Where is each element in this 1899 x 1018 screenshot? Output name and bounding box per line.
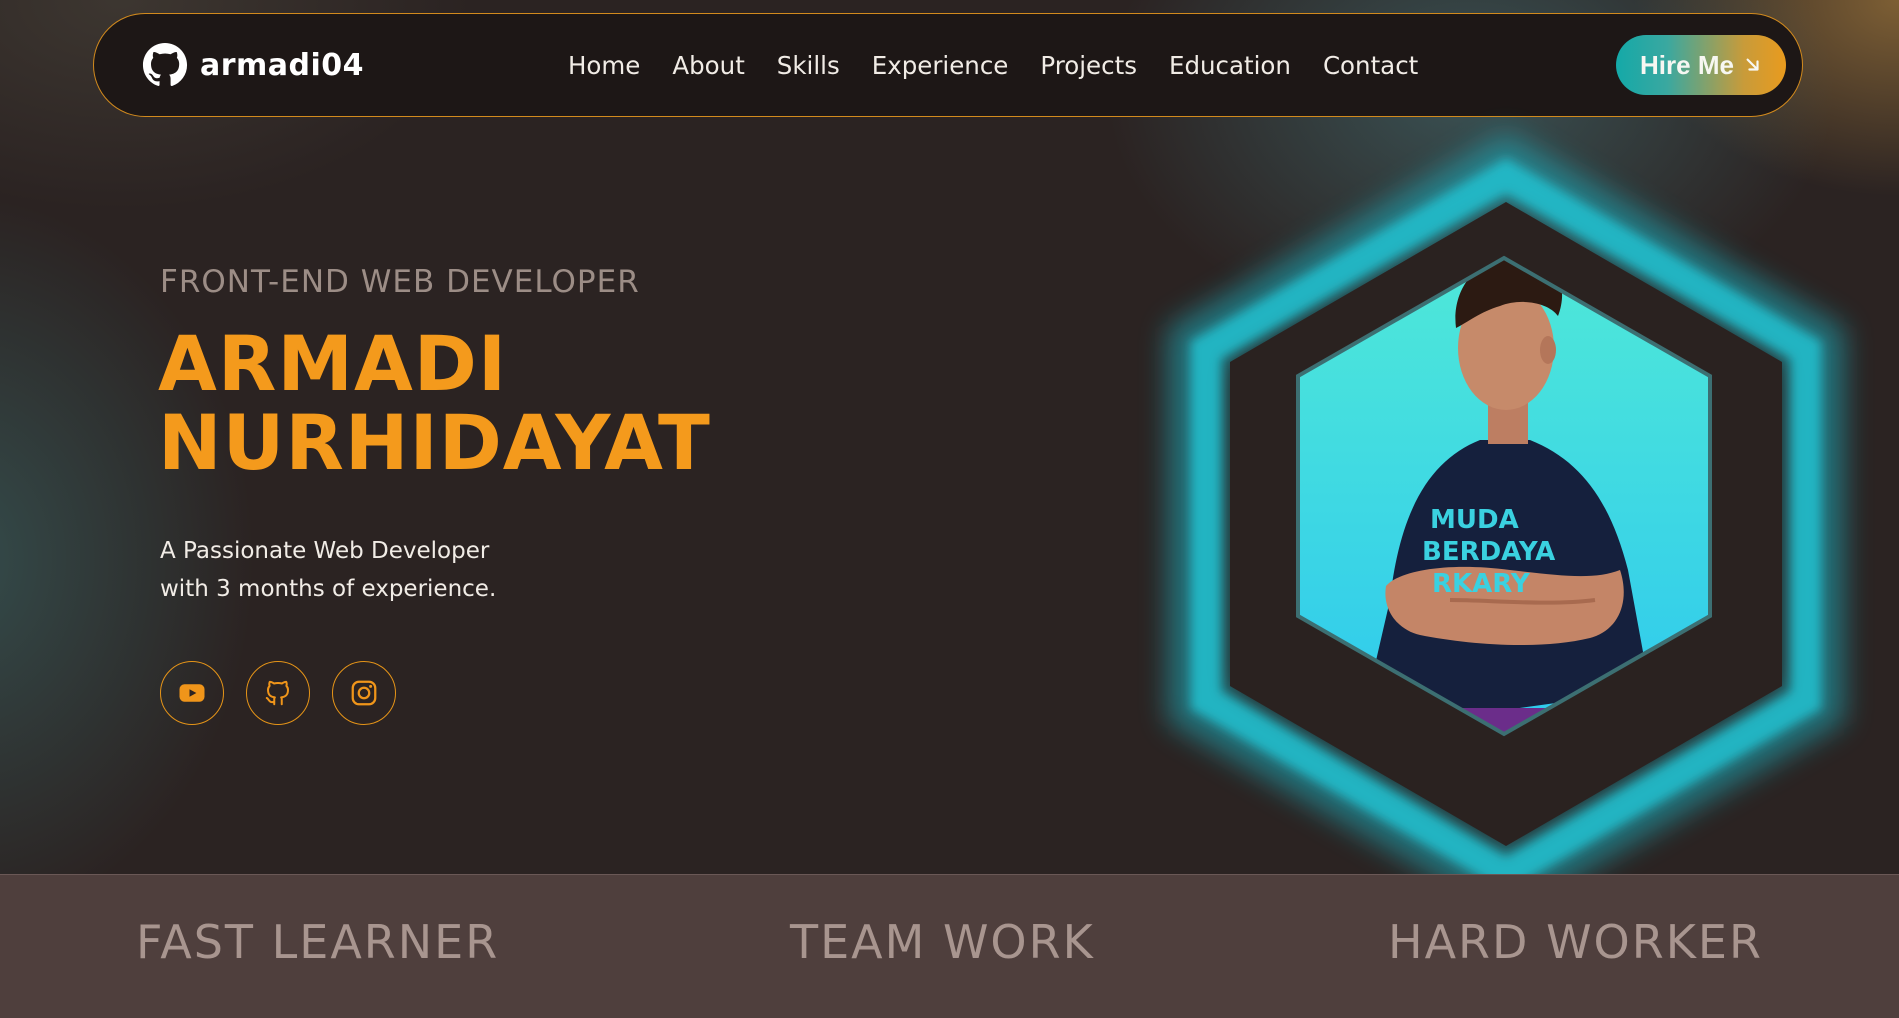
instagram-link[interactable] xyxy=(332,661,396,725)
trait-fast-learner: FAST LEARNER xyxy=(136,915,500,969)
arrow-down-right-icon xyxy=(1746,58,1759,71)
hero-name-first: ARMADI xyxy=(158,319,508,408)
github-link[interactable] xyxy=(246,661,310,725)
navbar: armadi04 Home About Skills Experience Pr… xyxy=(93,13,1803,117)
instagram-icon xyxy=(351,680,377,706)
traits-band: FAST LEARNER TEAM WORK HARD WORKER xyxy=(0,874,1899,1018)
nav-link-experience[interactable]: Experience xyxy=(872,51,1009,80)
brand[interactable]: armadi04 xyxy=(142,14,364,116)
nav-link-home[interactable]: Home xyxy=(568,51,640,80)
youtube-icon xyxy=(179,684,205,702)
shirt-text-line1: MUDA xyxy=(1430,505,1519,535)
nav-link-projects[interactable]: Projects xyxy=(1040,51,1137,80)
page: armadi04 Home About Skills Experience Pr… xyxy=(0,0,1899,1018)
hero-role: FRONT-END WEB DEVELOPER xyxy=(160,264,640,300)
hero-tagline-line1: A Passionate Web Developer xyxy=(160,538,490,564)
github-icon xyxy=(265,680,289,706)
hero-name-last: NURHIDAYAT xyxy=(158,398,711,487)
nav-link-education[interactable]: Education xyxy=(1169,51,1291,80)
social-links xyxy=(160,661,396,725)
youtube-link[interactable] xyxy=(160,661,224,725)
hero-tagline-line2: with 3 months of experience. xyxy=(160,576,497,602)
shirt-text-line3: RKARY xyxy=(1432,569,1531,599)
trait-team-work: TEAM WORK xyxy=(790,915,1095,969)
brand-name: armadi04 xyxy=(200,47,365,83)
hire-me-label: Hire Me xyxy=(1640,49,1734,80)
nav-links: Home About Skills Experience Projects Ed… xyxy=(568,14,1418,116)
shirt-text-line2: BERDAYA xyxy=(1422,537,1555,567)
github-icon xyxy=(142,42,188,86)
trait-hard-worker: HARD WORKER xyxy=(1388,915,1763,969)
hire-me-button[interactable]: Hire Me xyxy=(1616,35,1786,95)
profile-hexagon-graphic: MUDA BERDAYA RKARY xyxy=(1168,133,1844,917)
nav-link-about[interactable]: About xyxy=(672,51,744,80)
profile-hexagon: MUDA BERDAYA RKARY xyxy=(1150,130,1870,917)
nav-link-skills[interactable]: Skills xyxy=(777,51,840,80)
nav-link-contact[interactable]: Contact xyxy=(1323,51,1418,80)
